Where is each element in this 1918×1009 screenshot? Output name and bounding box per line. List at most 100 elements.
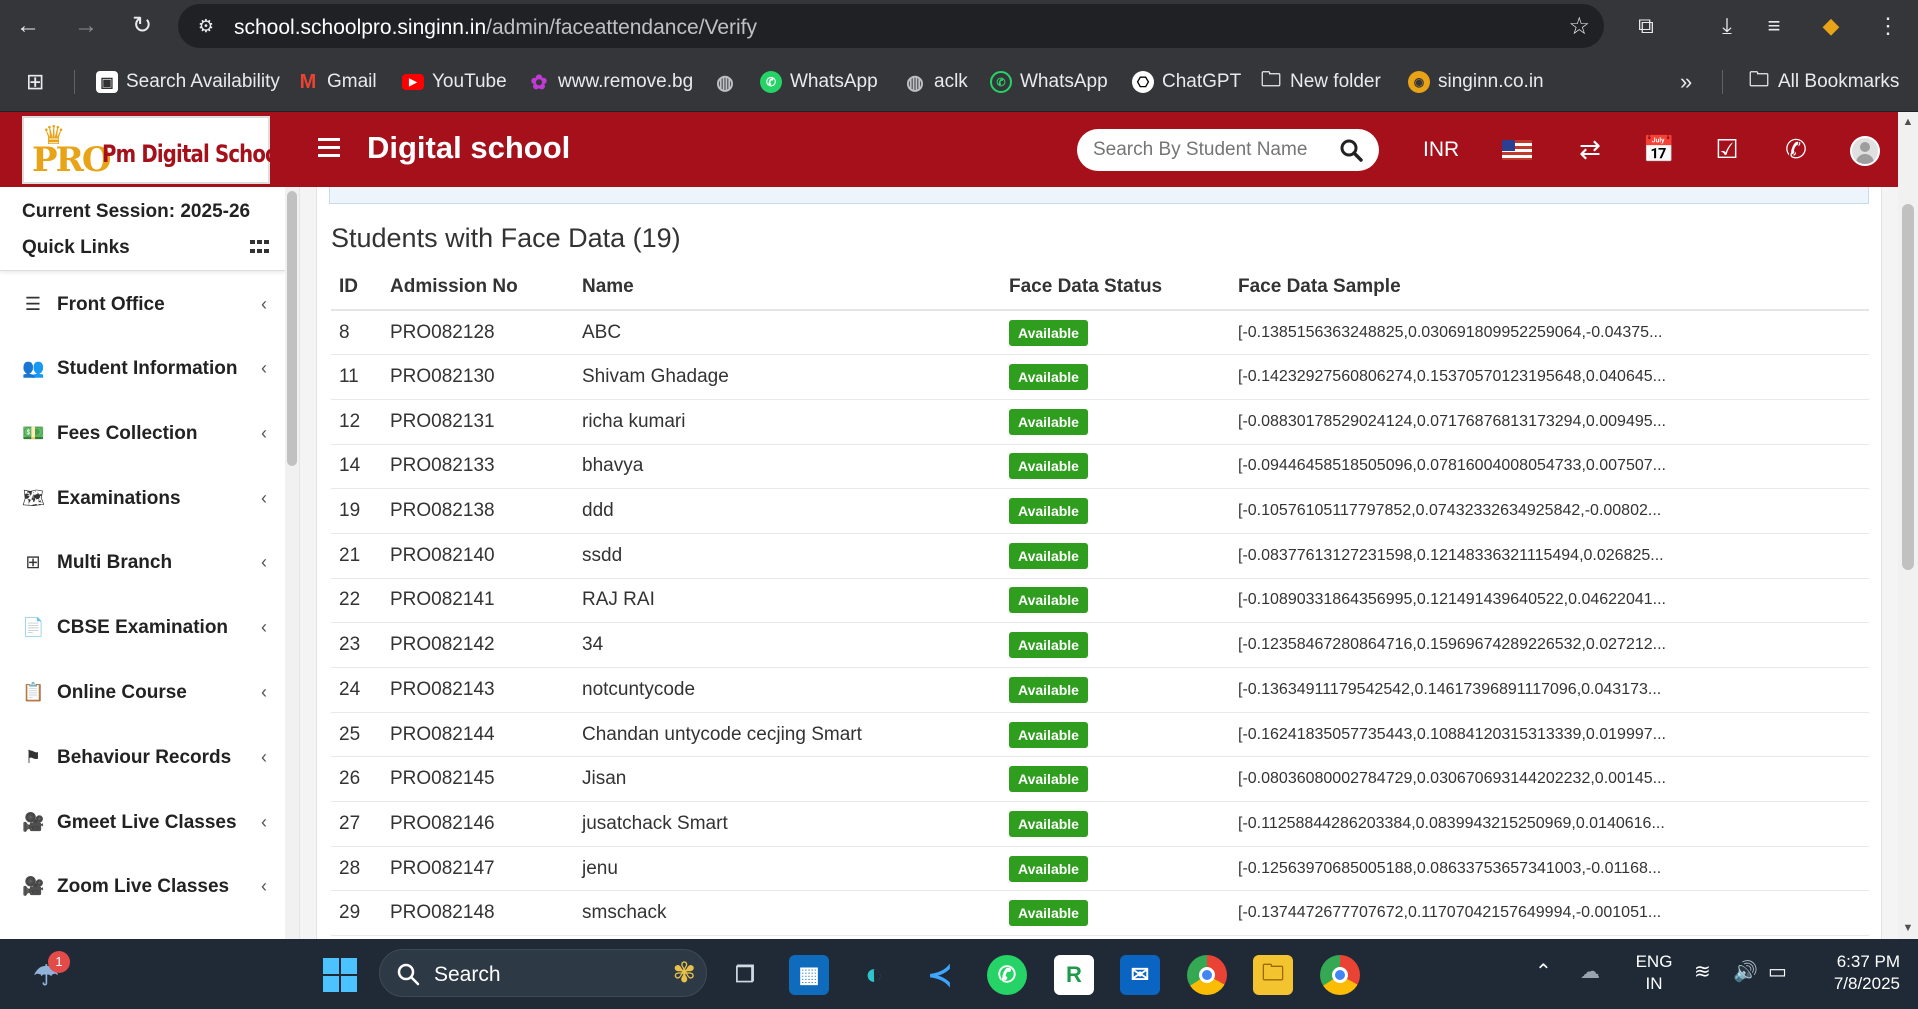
bookmark-chatgpt[interactable]: ⎔ ChatGPT [1132,68,1241,96]
table-row[interactable]: 28 PRO082147 jenu Available [-0.125639706850… [331,846,1869,892]
bookmark-globe[interactable]: ◍ [714,68,736,96]
status-badge: Available [1009,721,1088,748]
extension-diamond-icon[interactable]: ◆ [1815,10,1847,42]
sidebar-item-fees-collection[interactable]: 💵 Fees Collection ‹ [0,408,285,458]
more-bookmarks-chevron[interactable]: » [1680,68,1692,96]
sidebar-scrollbar[interactable] [285,187,299,939]
switch-arrows-icon[interactable]: ⇄ [1573,132,1607,166]
tray-chevron-up-icon[interactable]: ⌃ [1535,961,1552,983]
chevron-left-icon: ‹ [261,747,267,767]
current-session[interactable]: Current Session: 2025-26 [22,201,250,223]
task-check-icon[interactable]: ☑ [1710,132,1744,166]
outlook-icon[interactable]: ✉ [1120,955,1160,995]
url-text[interactable]: school.schoolpro.singinn.in/admin/faceat… [234,16,757,40]
download-icon[interactable]: ⤓ [1711,10,1743,42]
sidebar-item-cbse-examination[interactable]: 📄 CBSE Examination ‹ [0,602,285,652]
sidebar-item-front-office[interactable]: ☰ Front Office ‹ [0,279,285,329]
currency-selector[interactable]: INR [1423,138,1459,162]
windows-start-icon[interactable] [320,955,360,995]
menu-kebab-icon[interactable]: ⋮ [1872,10,1904,42]
cloud-offline-icon[interactable]: ☁ [1580,961,1600,983]
table-row[interactable]: 27 PRO082146 jusatchack Smart Available [-0.… [331,801,1869,847]
edge-browser-icon[interactable]: ◐ [854,955,894,995]
file-explorer-icon[interactable]: 🗀 [1253,955,1293,995]
table-row[interactable]: 24 PRO082143 notcuntycode Available [-0.1363… [331,667,1869,713]
cell-name: Jisan [574,756,1001,803]
sidebar-item-multi-branch[interactable]: ⊞ Multi Branch ‹ [0,537,285,587]
table-row[interactable]: 23 PRO082142 34 Available [-0.12358467280864… [331,622,1869,668]
bookmark-youtube[interactable]: ▶ YouTube [402,68,507,96]
table-row[interactable]: 11 PRO082130 Shivam Ghadage Available [-0.14… [331,354,1869,400]
volume-icon[interactable]: 🔊 [1733,961,1758,983]
vscode-icon[interactable]: ≺ [920,955,960,995]
task-view-icon[interactable]: ❐ [725,955,765,995]
quick-links-grid-icon[interactable] [250,240,270,256]
table-row[interactable]: 25 PRO082144 Chandan untycode cecjing Smar… [331,712,1869,758]
media-control-icon[interactable]: ≡ [1758,10,1790,42]
bookmark-removebg[interactable]: ✿ www.remove.bg [528,68,694,96]
whatsapp-icon[interactable]: ✆ [1779,132,1813,166]
sidebar-scrollbar-thumb[interactable] [287,191,297,466]
forward-arrow-icon[interactable]: → [70,10,102,42]
table-row[interactable]: 19 PRO082138 ddd Available [-0.1057610511779… [331,488,1869,534]
sidebar-item-student-information[interactable]: 👥 Student Information ‹ [0,343,285,393]
chrome-icon[interactable] [1187,955,1227,995]
bookmark-gmail[interactable]: M Gmail [297,68,377,96]
bookmark-whatsapp-2[interactable]: ✆ WhatsApp [990,68,1108,96]
r-app-icon[interactable]: R [1054,955,1094,995]
search-icon[interactable] [1339,138,1363,162]
bookmark-aclk[interactable]: ◍ aclk [904,68,968,96]
scroll-down-arrow-icon[interactable]: ▼ [1901,922,1915,934]
cell-id: 23 [331,622,382,668]
us-flag-icon[interactable] [1502,140,1532,160]
sidebar-item-gmeet-live-classes[interactable]: 🎥 Gmeet Live Classes ‹ [0,797,285,847]
extensions-icon[interactable]: ⧉ [1630,10,1662,42]
bookmark-whatsapp-1[interactable]: ✆ WhatsApp [760,68,878,96]
table-row[interactable]: 26 PRO082145 Jisan Available [-0.08036080002… [331,756,1869,803]
cell-face-data-status: Available [1001,488,1230,534]
reload-icon[interactable]: ↻ [126,10,158,42]
apps-grid-icon[interactable]: ⊞ [26,68,44,96]
sidebar-item-zoom-live-classes[interactable]: 🎥 Zoom Live Classes ‹ [0,861,285,911]
face-data-panel: Students with Face Data (19) ID Admissio… [316,187,1882,939]
page-scrollbar[interactable]: ▲ ▼ [1898,112,1918,939]
student-search-input[interactable] [1093,137,1323,163]
table-row[interactable]: 22 PRO082141 RAJ RAI Available [-0.108903318… [331,578,1869,624]
all-bookmarks[interactable]: 🗀 All Bookmarks [1748,68,1899,96]
hamburger-menu-icon[interactable] [318,138,340,160]
table-row[interactable]: 12 PRO082131 richa kumari Available [-0.0883… [331,399,1869,445]
language-indicator[interactable]: ENG IN [1632,951,1676,995]
cell-name: smschack [574,890,1001,937]
school-logo[interactable]: ♛ PRO Pm Digital School [22,116,284,184]
sidebar-item-examinations[interactable]: 🗺 Examinations ‹ [0,473,285,523]
table-row[interactable]: 14 PRO082133 bhavya Available [-0.0944645851… [331,444,1869,490]
calendar-icon[interactable]: 📅 [1642,132,1676,166]
battery-icon[interactable]: ▭ [1768,961,1787,983]
bookmark-star-icon[interactable]: ☆ [1568,12,1590,41]
sidebar-item-online-course[interactable]: 📋 Online Course ‹ [0,667,285,717]
cell-id: 26 [331,756,382,803]
page-scrollbar-thumb[interactable] [1902,204,1914,570]
wifi-icon[interactable]: ≋ [1694,961,1711,983]
scroll-up-arrow-icon[interactable]: ▲ [1901,116,1915,128]
back-arrow-icon[interactable]: ← [12,10,44,42]
address-bar[interactable]: ⚙ school.schoolpro.singinn.in/admin/face… [178,4,1604,48]
chrome-profile-icon[interactable] [1320,955,1360,995]
bookmark-search-availability[interactable]: ▣ Search Availability [96,68,280,96]
sidebar-item-behaviour-records[interactable]: ⚑ Behaviour Records ‹ [0,732,285,782]
clock[interactable]: 6:37 PM 7/8/2025 [1810,951,1900,995]
taskbar-search[interactable]: Search ✾ [379,949,707,997]
table-row[interactable]: 8 PRO082128 ABC Available [-0.13851563632488… [331,310,1869,356]
cell-admission-no: PRO082143 [382,667,574,713]
column-header-admission-no: Admission No [382,264,574,311]
quick-links[interactable]: Quick Links [22,237,130,259]
table-row[interactable]: 21 PRO082140 ssdd Available [-0.083776131272… [331,533,1869,579]
table-row[interactable]: 29 PRO082148 smschack Available [-0.13744726… [331,890,1869,937]
bookmark-new-folder[interactable]: 🗀 New folder [1260,68,1381,96]
status-badge: Available [1009,498,1088,525]
whatsapp-app-icon[interactable]: ✆ [987,955,1027,995]
user-avatar[interactable] [1850,136,1880,166]
site-info-icon[interactable]: ⚙ [194,14,218,38]
microsoft-store-icon[interactable]: ▦ [789,955,829,995]
bookmark-singinn[interactable]: ◉ singinn.co.in [1408,68,1544,96]
